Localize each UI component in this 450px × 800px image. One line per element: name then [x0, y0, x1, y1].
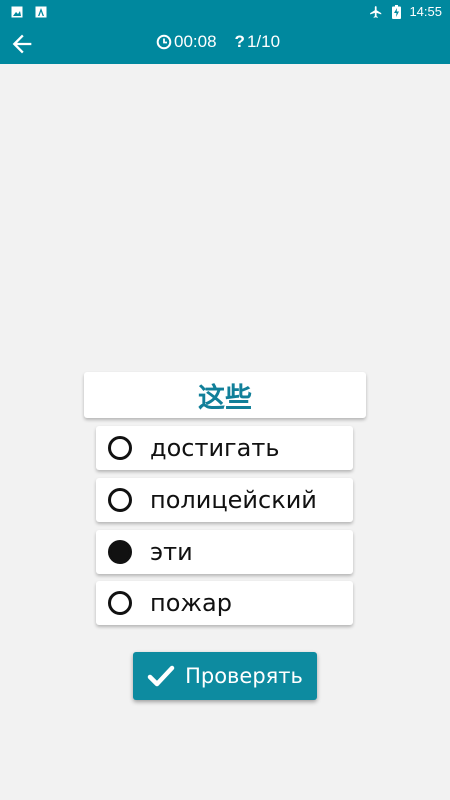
radio-unchecked-icon[interactable]	[108, 488, 132, 512]
arrow-left-icon	[12, 34, 32, 54]
answer-option[interactable]: эти	[96, 530, 353, 574]
quiz-word: 这些	[198, 382, 252, 414]
app-bar: 00:08 ? 1/10	[0, 24, 450, 64]
radio-unchecked-icon[interactable]	[108, 436, 132, 460]
checkmark-icon	[147, 665, 175, 687]
check-button-label: Проверять	[185, 664, 303, 688]
answer-option[interactable]: пожар	[96, 581, 353, 625]
word-card: 这些	[84, 372, 366, 418]
clock-icon	[156, 34, 172, 50]
answer-option-label: достигать	[150, 434, 280, 462]
timer: 00:08	[156, 32, 217, 52]
app-notification-icon	[34, 5, 48, 19]
airplane-icon	[369, 5, 383, 19]
check-button[interactable]: Проверять	[133, 652, 317, 700]
image-icon	[10, 5, 24, 19]
back-button[interactable]	[8, 30, 36, 58]
question-icon: ?	[234, 32, 245, 51]
question-progress: ? 1/10	[235, 32, 280, 52]
battery-charging-icon	[389, 4, 403, 19]
answer-option-label: полицейский	[150, 486, 317, 514]
answer-option[interactable]: достигать	[96, 426, 353, 470]
answer-option-label: эти	[150, 538, 193, 566]
answer-option[interactable]: полицейский	[96, 478, 353, 522]
status-bar: 14:55	[0, 0, 450, 24]
radio-unchecked-icon[interactable]	[108, 591, 132, 615]
progress-value: 1/10	[246, 32, 281, 51]
answer-option-label: пожар	[150, 589, 232, 617]
timer-value: 00:08	[174, 32, 217, 51]
status-time: 14:55	[409, 4, 442, 19]
radio-checked-icon[interactable]	[108, 540, 132, 564]
